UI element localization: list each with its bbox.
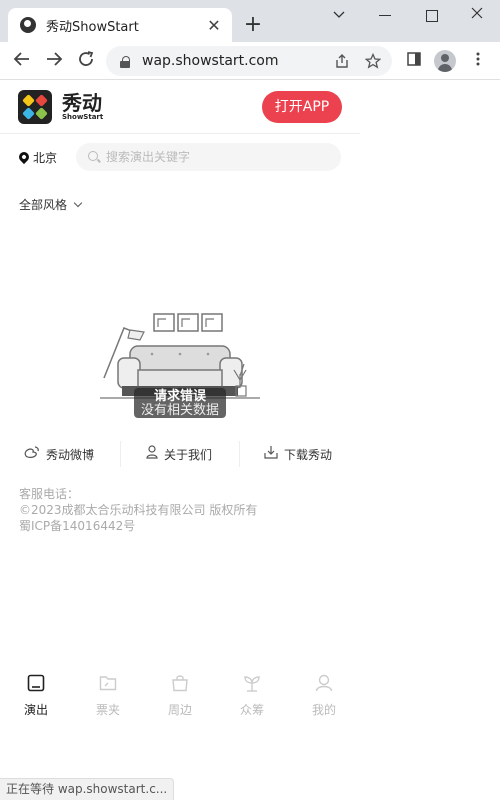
- footer-links: 秀动微博 关于我们 下载秀动: [0, 440, 360, 468]
- close-window-button[interactable]: [462, 4, 492, 26]
- tab-merch[interactable]: 周边: [160, 674, 200, 718]
- show-icon: [16, 674, 56, 696]
- tab-crowdfunding-label: 众筹: [239, 703, 264, 717]
- brand-name-cn: 秀动: [62, 91, 102, 115]
- browser-menu-icon[interactable]: [468, 51, 488, 71]
- tab-crowdfunding[interactable]: 众筹: [232, 674, 272, 718]
- browser-toolbar: wap.showstart.com: [0, 42, 500, 80]
- about-us-link-label: 关于我们: [164, 447, 213, 462]
- tab-me-label: 我的: [311, 703, 336, 717]
- tab-shows-label: 演出: [23, 703, 48, 717]
- tab-tickets[interactable]: 票夹: [88, 674, 128, 718]
- tab-me[interactable]: 我的: [304, 674, 344, 718]
- new-tab-button[interactable]: +: [242, 12, 264, 38]
- error-toast-message: 没有相关数据: [140, 403, 219, 418]
- tab-merch-label: 周边: [167, 703, 192, 717]
- showstart-logo-icon[interactable]: [18, 90, 52, 124]
- tab-tickets-label: 票夹: [95, 703, 120, 717]
- tab-close-icon[interactable]: ✕: [206, 16, 222, 35]
- chevron-down-icon: [73, 198, 83, 207]
- brand-name: 秀动 ShowStart: [62, 92, 103, 121]
- bottom-tab-bar: 演出 票夹 周边 众筹 我的: [0, 674, 360, 722]
- city-selector[interactable]: 北京: [33, 149, 57, 166]
- customer-service-phone: 客服电话：: [19, 487, 80, 501]
- download-app-link[interactable]: 下载秀动: [264, 440, 332, 468]
- browser-status-bar: 正在等待 wap.showstart.c...: [0, 778, 175, 800]
- tab-shows[interactable]: 演出: [16, 674, 56, 718]
- browser-tab-strip: 秀动ShowStart ✕ +: [0, 0, 500, 42]
- mobile-page: 秀动 ShowStart 打开APP 北京 全部风格: [0, 80, 360, 780]
- copyright-text: ©2023成都太合乐动科技有限公司 版权所有: [19, 503, 258, 517]
- genre-filter-dropdown[interactable]: 全部风格: [19, 196, 83, 213]
- user-icon: [146, 445, 158, 463]
- profile-icon: [304, 674, 344, 696]
- weibo-icon: [24, 445, 40, 463]
- brand-name-en: ShowStart: [62, 113, 104, 121]
- search-row: 北京: [0, 142, 360, 174]
- search-box[interactable]: [76, 143, 341, 171]
- sprout-icon: [232, 674, 272, 696]
- location-pin-icon: [16, 149, 32, 165]
- error-toast: 请求错误 没有相关数据: [134, 388, 226, 418]
- genre-filter-label: 全部风格: [19, 198, 68, 212]
- tab-title: 秀动ShowStart: [46, 19, 139, 35]
- browser-tab[interactable]: 秀动ShowStart ✕: [8, 8, 232, 42]
- site-favicon-icon: [20, 17, 36, 33]
- download-app-link-label: 下载秀动: [284, 447, 333, 462]
- address-url[interactable]: wap.showstart.com: [142, 53, 392, 69]
- minimize-window-button[interactable]: [370, 4, 400, 26]
- icp-record[interactable]: 蜀ICP备14016442号: [19, 518, 257, 534]
- error-toast-title: 请求错误: [153, 389, 206, 404]
- shopping-bag-icon: [160, 674, 200, 696]
- search-icon: [88, 151, 98, 161]
- ticket-folder-icon: [88, 674, 128, 696]
- maximize-window-button[interactable]: [416, 4, 446, 26]
- reload-icon[interactable]: [75, 50, 97, 72]
- lock-icon: [120, 55, 130, 68]
- about-us-link[interactable]: 关于我们: [146, 440, 212, 468]
- back-arrow-icon[interactable]: [11, 50, 33, 72]
- side-panel-icon[interactable]: [404, 51, 424, 71]
- weibo-link[interactable]: 秀动微博: [24, 440, 94, 468]
- bookmark-star-icon[interactable]: [364, 52, 382, 71]
- tab-search-chevron-icon[interactable]: [324, 4, 354, 26]
- download-icon: [264, 445, 278, 463]
- share-icon[interactable]: [333, 53, 351, 71]
- open-app-button[interactable]: 打开APP: [262, 91, 342, 123]
- site-header: 秀动 ShowStart 打开APP: [0, 80, 360, 134]
- forward-arrow-icon[interactable]: [43, 50, 65, 72]
- site-footer: 客服电话： ©2023成都太合乐动科技有限公司 版权所有 蜀ICP备140164…: [19, 486, 257, 534]
- link-divider: [120, 441, 121, 467]
- weibo-link-label: 秀动微博: [46, 447, 95, 462]
- link-divider: [239, 441, 240, 467]
- search-input[interactable]: [106, 143, 326, 171]
- profile-avatar-icon[interactable]: [434, 50, 456, 72]
